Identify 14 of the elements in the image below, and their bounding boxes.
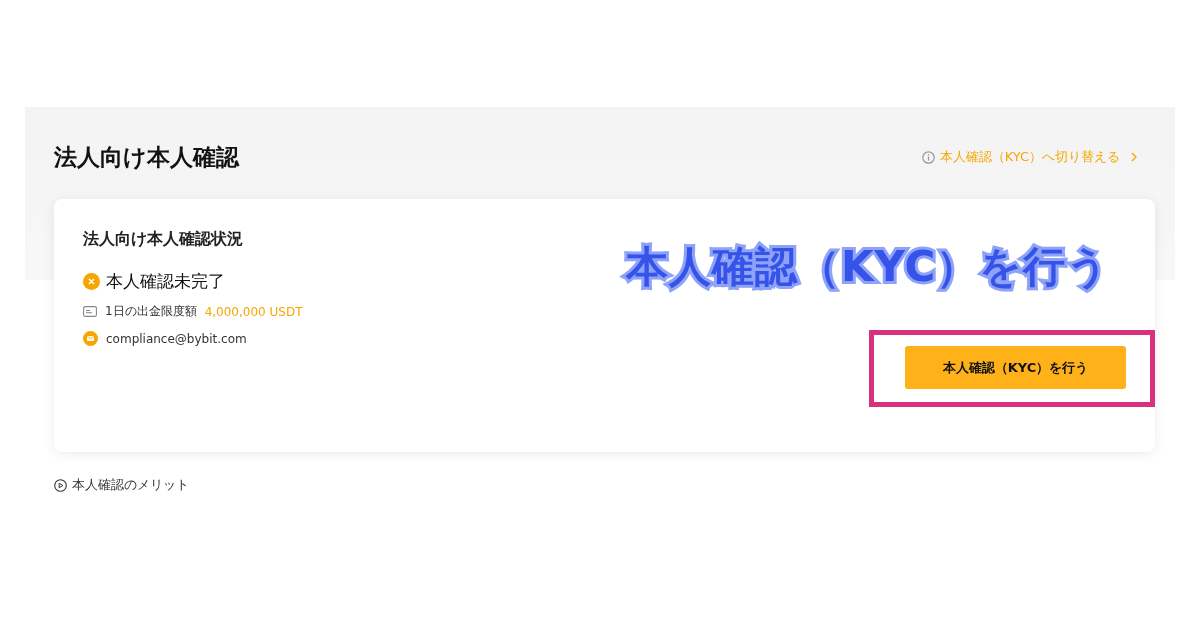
email-icon [83, 331, 98, 346]
limit-value: 4,000,000 USDT [204, 304, 303, 319]
status-label: 本人確認未完了 [106, 270, 225, 293]
chevron-right-icon [1131, 152, 1137, 162]
id-card-icon [83, 306, 97, 317]
info-icon [921, 150, 935, 164]
page-title: 法人向け本人確認 [54, 142, 239, 172]
annotation-text: 本人確認（KYC）を行う [626, 241, 1111, 293]
email-text: compliance@bybit.com [106, 331, 247, 346]
limit-label: 1日の出金限度額 [105, 303, 197, 320]
status-title: 法人向け本人確認状況 [83, 229, 244, 250]
play-circle-icon [54, 478, 67, 492]
benefits-link[interactable]: 本人確認のメリット [54, 476, 189, 494]
start-kyc-button[interactable]: 本人確認（KYC）を行う [905, 346, 1126, 389]
